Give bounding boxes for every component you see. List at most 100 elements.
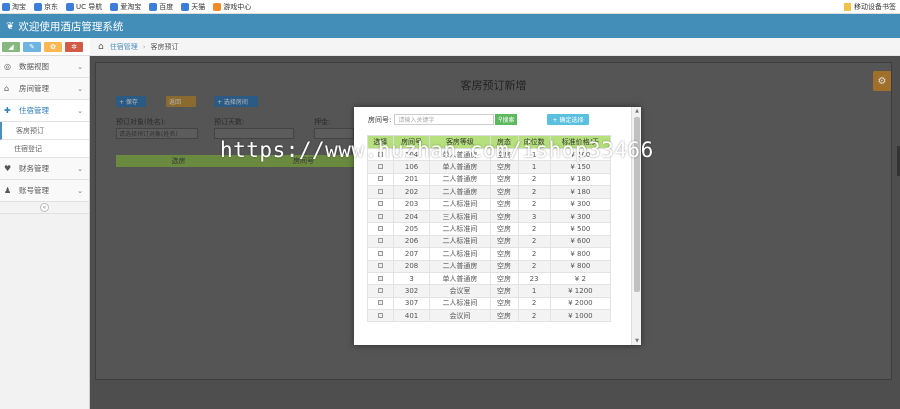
table-row[interactable]: 302 会议室 空房 1 ¥ 1200: [367, 284, 612, 298]
table-cell: 2: [517, 296, 551, 311]
select-cell: [367, 222, 394, 236]
bookmark-item[interactable]: 淘宝: [2, 2, 26, 12]
settings-tab[interactable]: ⚙: [873, 71, 891, 91]
breadcrumb-parent[interactable]: 住宿管理: [110, 42, 138, 52]
table-cell: 空房: [489, 197, 519, 211]
select-cell: [367, 185, 394, 199]
table-row[interactable]: 401 会议间 空房 2 ¥ 1000: [367, 309, 612, 323]
row-checkbox[interactable]: [377, 312, 383, 318]
select-cell: [367, 234, 394, 249]
row-checkbox[interactable]: [377, 263, 383, 269]
scroll-down-icon[interactable]: ▼: [632, 337, 642, 345]
sidebar-item-label: 账号管理: [19, 186, 49, 195]
table-row[interactable]: 202 二人普通房 空房 2 ¥ 180: [367, 185, 612, 199]
user-icon: ♟: [4, 186, 12, 195]
sidebar-subitem-booking[interactable]: 客房预订: [0, 122, 89, 140]
sidebar-item-dashboard[interactable]: ◎ 数据视图 ⌄: [0, 56, 89, 78]
bookmark-item[interactable]: 游戏中心: [213, 2, 251, 12]
sidebar-item-lodging[interactable]: ✚ 住宿管理 ⌄: [0, 100, 89, 122]
scroll-up-icon[interactable]: ▲: [632, 107, 642, 115]
table-row[interactable]: 208 二人普通房 空房 2 ¥ 800: [367, 259, 612, 273]
table-cell: 空房: [489, 160, 519, 174]
bookmark-item[interactable]: 京东: [34, 2, 58, 12]
sidebar-item-finance[interactable]: ♥ 财务管理 ⌄: [0, 158, 89, 180]
sidebar-collapse-bar[interactable]: «: [0, 202, 89, 214]
table-cell: 空房: [489, 234, 519, 249]
table-row[interactable]: 203 二人标准间 空房 2 ¥ 300: [367, 197, 612, 211]
page-icon: [2, 2, 10, 11]
select-cell: [367, 296, 394, 311]
table-cell: 204: [392, 209, 431, 224]
bookmark-item[interactable]: 爱淘宝: [110, 2, 141, 12]
table-cell: 空房: [489, 185, 519, 199]
page-icon: [149, 2, 158, 11]
select-cell: [367, 309, 394, 323]
deposit-label: 押金:: [314, 118, 331, 126]
row-checkbox[interactable]: [377, 226, 383, 232]
bookmark-item[interactable]: UC 导航: [66, 2, 102, 12]
select-room-button[interactable]: + 选择房间: [214, 96, 258, 107]
table-cell: ¥ 2: [549, 271, 612, 286]
app-header: ❦ 欢迎使用酒店管理系统: [0, 14, 900, 38]
row-checkbox[interactable]: [377, 201, 383, 207]
row-checkbox[interactable]: [377, 287, 383, 293]
table-row[interactable]: 206 二人标准间 空房 2 ¥ 600: [367, 234, 612, 249]
sidebar-item-accounts[interactable]: ♟ 账号管理 ⌄: [0, 180, 89, 202]
sidebar-item-label: 财务管理: [19, 164, 49, 173]
table-cell: 二人普通房: [429, 172, 491, 187]
table-cell: 空房: [489, 247, 519, 261]
table-cell: ¥ 150: [549, 160, 612, 174]
table-cell: 2: [517, 309, 551, 323]
table-cell: 307: [392, 296, 431, 311]
game-icon: [213, 2, 222, 11]
row-checkbox[interactable]: [377, 250, 383, 256]
row-checkbox[interactable]: [377, 164, 383, 170]
row-checkbox[interactable]: [377, 300, 383, 306]
home-icon[interactable]: ⌂: [98, 42, 104, 52]
pencil-icon: ✎: [29, 42, 35, 51]
table-row[interactable]: 307 二人标准间 空房 2 ¥ 2000: [367, 296, 612, 311]
sidebar: ◎ 数据视图 ⌄ ⌂ 房间管理 ⌄ ✚ 住宿管理 ⌄ 客房预订 住宿登记 ♥ 财…: [0, 56, 90, 409]
row-checkbox[interactable]: [377, 188, 383, 194]
table-cell: 空房: [489, 172, 519, 187]
table-row[interactable]: 205 二人标准间 空房 2 ¥ 500: [367, 222, 612, 236]
table-row[interactable]: 204 三人标准间 空房 3 ¥ 300: [367, 209, 612, 224]
table-row[interactable]: 201 二人普通房 空房 2 ¥ 180: [367, 172, 612, 187]
table-cell: 二人普通房: [429, 259, 491, 273]
table-cell: 208: [392, 259, 431, 273]
leaf-icon: ❦: [6, 20, 15, 32]
select-cell: [367, 209, 394, 224]
save-button[interactable]: + 保存: [116, 96, 146, 107]
table-cell: 205: [392, 222, 431, 236]
search-button[interactable]: ⚲ 搜索: [495, 114, 518, 125]
row-checkbox[interactable]: [377, 176, 383, 182]
bookmark-item[interactable]: 天猫: [181, 2, 205, 12]
bookmark-label: 爱淘宝: [120, 2, 142, 11]
table-row[interactable]: 3 单人普通房 空房 23 ¥ 2: [367, 271, 612, 286]
chart-shortcut-button[interactable]: ◢: [2, 41, 20, 52]
table-cell: 201: [392, 172, 431, 187]
table-cell: 空房: [489, 222, 519, 236]
back-button[interactable]: 返回: [166, 96, 196, 107]
sidebar-item-rooms[interactable]: ⌂ 房间管理 ⌄: [0, 78, 89, 100]
guest-field[interactable]: 请选择预订对象(姓名): [116, 128, 198, 139]
select-cell: [367, 259, 394, 273]
select-cell: [367, 247, 394, 261]
table-row[interactable]: 106 单人普通房 空房 1 ¥ 150: [367, 160, 612, 174]
table-row[interactable]: 207 二人标准间 空房 2 ¥ 800: [367, 247, 612, 261]
bookmark-item[interactable]: 百度: [149, 2, 173, 12]
mobile-bookmarks[interactable]: 移动设备书签: [844, 2, 896, 12]
table-cell: 206: [392, 234, 431, 249]
search-input[interactable]: 请输入关键字: [394, 114, 495, 125]
table-cell: ¥ 2000: [549, 296, 612, 311]
bookmark-label: 百度: [159, 2, 174, 11]
confirm-select-button[interactable]: + 确定选择: [547, 114, 589, 125]
edit-shortcut-button[interactable]: ✎: [23, 41, 41, 52]
settings-shortcut-button[interactable]: ✲: [65, 41, 83, 52]
row-checkbox[interactable]: [377, 275, 383, 281]
sidebar-subitem-checkin[interactable]: 住宿登记: [0, 140, 89, 158]
double-angle-left-icon: «: [40, 203, 49, 212]
users-shortcut-button[interactable]: ✿: [44, 41, 62, 52]
row-checkbox[interactable]: [377, 213, 383, 219]
row-checkbox[interactable]: [377, 238, 383, 244]
